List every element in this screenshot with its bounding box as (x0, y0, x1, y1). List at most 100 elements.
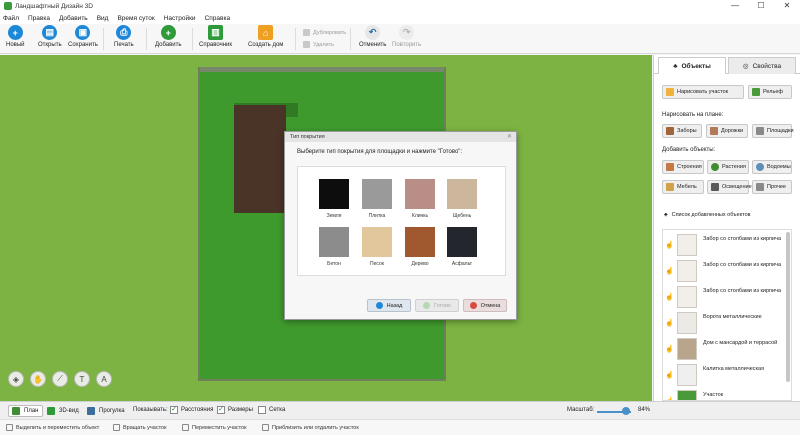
layers-icon[interactable]: ◈ (8, 371, 24, 387)
ponds-button[interactable]: Водоемы (752, 160, 792, 174)
tile-gravel[interactable]: Щебень (444, 179, 480, 219)
ruler-icon[interactable]: ⟋ (52, 371, 68, 387)
undo-icon: ↶ (365, 25, 381, 40)
back-button[interactable]: Назад (367, 299, 411, 312)
toolbar-separator (295, 28, 296, 50)
menu-time-of-day[interactable]: Время суток (117, 15, 154, 22)
house-roof[interactable] (234, 105, 286, 213)
list-item[interactable]: ☝ Ворота металлические (663, 310, 785, 337)
print-button[interactable]: ⎙ Печать (114, 25, 134, 48)
zoom-slider-knob[interactable] (621, 407, 630, 415)
grid-checkbox[interactable]: Сетка (258, 406, 285, 414)
draw-plot-button[interactable]: Нарисовать участок (662, 85, 744, 99)
build-house-button[interactable]: ⌂ Создать дом (248, 25, 283, 48)
objects-icon: ♣ (673, 62, 678, 70)
delete-icon (303, 41, 310, 48)
delete-button[interactable]: Удалить (303, 41, 334, 48)
menu-help[interactable]: Справка (205, 15, 231, 22)
walk-button[interactable]: Прогулка (84, 405, 129, 417)
new-button[interactable]: + Новый (6, 25, 25, 48)
object-list-title: ♣ Список добавленных объектов (664, 212, 751, 218)
list-item[interactable]: ☝ Калитка металлическая (663, 362, 785, 389)
open-button[interactable]: ▤ Открыть (38, 25, 62, 48)
save-button[interactable]: ▣ Сохранить (68, 25, 98, 48)
menu-add[interactable]: Добавить (59, 15, 88, 22)
hand-icon[interactable]: ✋ (30, 371, 46, 387)
areas-button[interactable]: Площадки (752, 124, 794, 138)
menu-settings[interactable]: Настройки (164, 15, 196, 22)
tile-clinker[interactable]: Клинкь (402, 179, 438, 219)
done-button[interactable]: Готово (415, 299, 459, 312)
redo-icon: ↷ (399, 25, 415, 40)
plants-button[interactable]: Растения (707, 160, 749, 174)
list-item[interactable]: ☝ Забор со столбами из кирпича (663, 232, 785, 259)
cancel-button[interactable]: Отмена (463, 299, 507, 312)
menu-bar: Файл Правка Добавить Вид Время суток Нас… (0, 12, 800, 24)
plan-view-button[interactable]: План (8, 405, 44, 417)
hand-icon: ☝ (665, 320, 674, 327)
close-button[interactable]: ✕ (774, 0, 800, 12)
misc-icon (756, 183, 764, 191)
undo-button[interactable]: ↶ Отменить (359, 25, 386, 48)
paths-button[interactable]: Дорожки (706, 124, 748, 138)
close-icon[interactable]: ✕ (507, 133, 512, 140)
list-item[interactable]: ☝ Дом с мансардой и террасой (663, 336, 785, 363)
swatch (362, 227, 392, 257)
surface-tiles: Земля Плитка Клинкь Щебень Бетон Песок Д… (297, 166, 506, 276)
cancel-icon (469, 302, 477, 309)
new-file-icon: + (7, 25, 23, 40)
app-icon (4, 2, 12, 10)
book-icon: ▥ (208, 25, 223, 40)
relief-button[interactable]: Рельеф (748, 85, 792, 99)
checkbox-box: ✓ (217, 406, 225, 414)
tile-tile[interactable]: Плитка (359, 179, 395, 219)
buildings-button[interactable]: Строения (662, 160, 704, 174)
sizes-checkbox[interactable]: ✓ Размеры (217, 406, 253, 414)
list-scrollbar[interactable] (786, 232, 790, 382)
menu-edit[interactable]: Правка (28, 15, 50, 22)
tree-3d-icon (47, 407, 55, 415)
tile-earth[interactable]: Земля (316, 179, 352, 219)
duplicate-button[interactable]: Дублировать (303, 29, 346, 36)
3d-view-button[interactable]: 3D-вид (44, 405, 83, 417)
tab-objects[interactable]: ♣ Объекты (658, 57, 726, 74)
plot-thumbnail (677, 390, 697, 400)
checkbox-box (258, 406, 266, 414)
show-label: Показывать: (133, 407, 168, 413)
other-button[interactable]: Прочее (752, 180, 792, 194)
lighting-button[interactable]: Освещение (707, 180, 752, 194)
panel-tabs: ♣ Объекты ◎ Свойства (654, 55, 800, 74)
add-button[interactable]: + Добавить (155, 25, 182, 48)
image-text-icon[interactable]: A (96, 371, 112, 387)
maximize-button[interactable]: ☐ (748, 0, 774, 12)
redo-button[interactable]: ↷ Повторить (392, 25, 421, 48)
list-item[interactable]: ☝ Участок (663, 388, 785, 400)
menu-view[interactable]: Вид (97, 15, 109, 22)
status-bar: Выделить и переместить объект Вращать уч… (0, 419, 800, 435)
path-icon (710, 127, 718, 135)
menu-file[interactable]: Файл (3, 15, 19, 22)
list-item[interactable]: ☝ Забор со столбами из кирпича (663, 258, 785, 285)
chair-icon (666, 183, 674, 191)
fences-button[interactable]: Заборы (662, 124, 702, 138)
list-item[interactable]: ☝ Забор со столбами из кирпича (663, 284, 785, 311)
fence-icon (666, 127, 674, 135)
tab-properties[interactable]: ◎ Свойства (728, 57, 796, 74)
list-icon: ♣ (664, 212, 668, 218)
minimize-button[interactable]: — (722, 0, 748, 12)
window-controls: — ☐ ✕ (722, 0, 800, 12)
area-icon (756, 127, 764, 135)
hand-icon: ☝ (665, 268, 674, 275)
tile-sand[interactable]: Песок (359, 227, 395, 267)
toolbar-separator (192, 28, 193, 50)
reference-button[interactable]: ▥ Справочник (199, 25, 232, 48)
hand-icon: ☝ (665, 346, 674, 353)
status-select-move: Выделить и переместить объект (6, 424, 99, 431)
building-icon (666, 163, 674, 171)
distances-checkbox[interactable]: ✓ Расстояния (170, 406, 213, 414)
tile-wood[interactable]: Дерево (402, 227, 438, 267)
tile-asphalt[interactable]: Асфальт (444, 227, 480, 267)
furniture-button[interactable]: Мебель (662, 180, 704, 194)
tile-concrete[interactable]: Бетон (316, 227, 352, 267)
text-icon[interactable]: T (74, 371, 90, 387)
